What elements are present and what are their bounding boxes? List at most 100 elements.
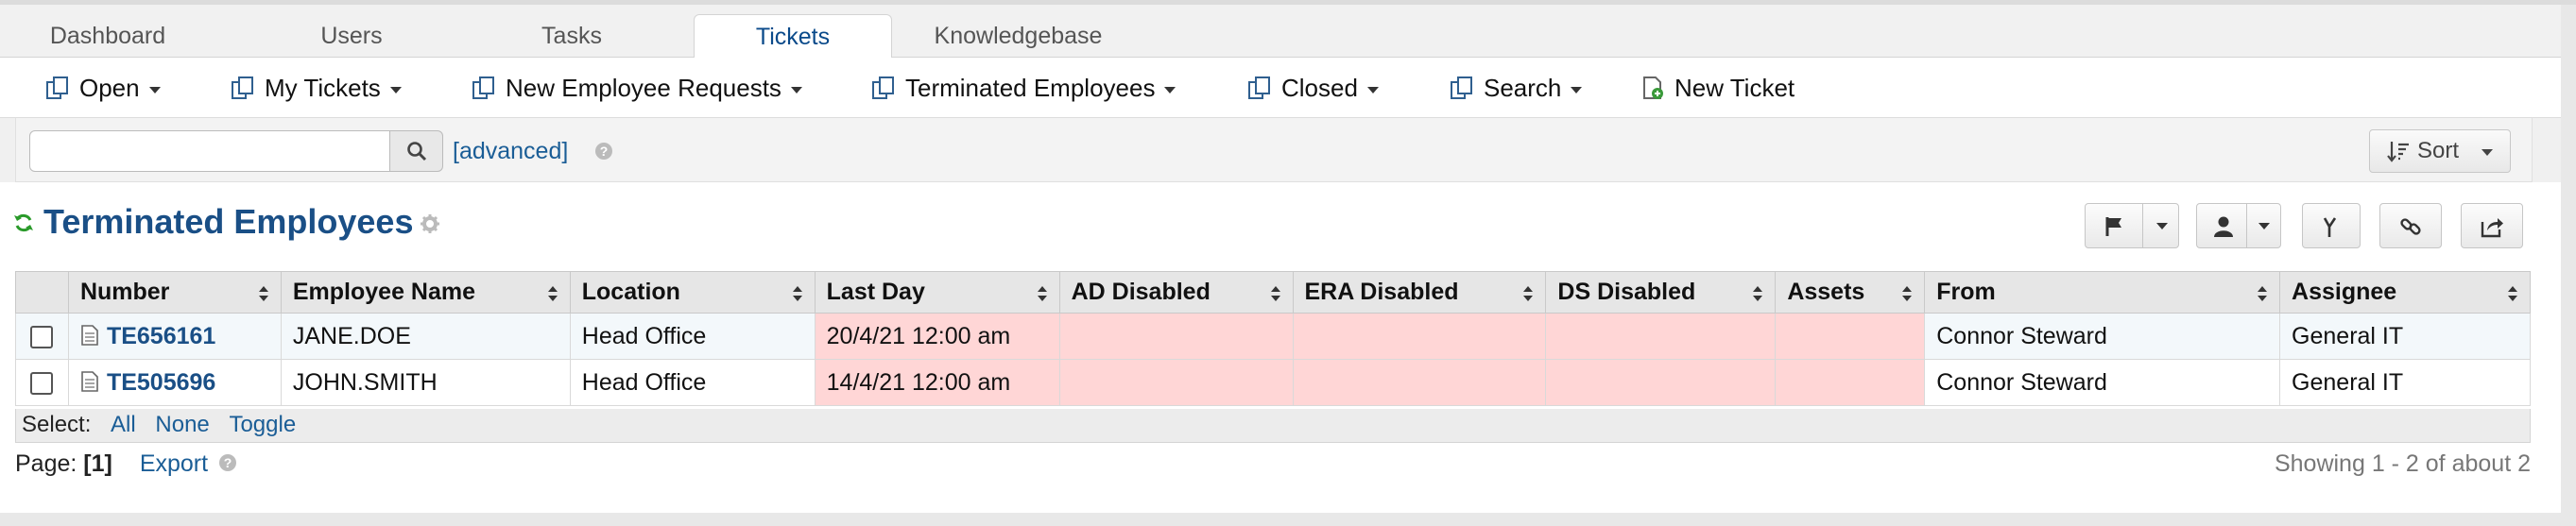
split-divider: [2142, 204, 2143, 247]
header-from[interactable]: From: [1924, 271, 2281, 314]
user-icon: [2214, 216, 2233, 237]
assign-dropdown-button[interactable]: [2196, 203, 2281, 248]
header-last-day[interactable]: Last Day: [814, 271, 1060, 314]
row-checkbox[interactable]: [30, 371, 54, 395]
assignee-cell: General IT: [2279, 313, 2531, 360]
share-button[interactable]: [2461, 203, 2523, 248]
select-all-link[interactable]: All: [111, 412, 136, 437]
help-icon[interactable]: ?: [218, 453, 237, 472]
header-label: Last Day: [826, 279, 925, 305]
tab-users[interactable]: Users: [266, 14, 437, 58]
subnav-closed-label: Closed: [1281, 74, 1358, 102]
header-label: Employee Name: [292, 279, 476, 305]
copy-icon: [1451, 76, 1472, 100]
chevron-down-icon: [1366, 86, 1379, 93]
header-ds-disabled[interactable]: DS Disabled: [1545, 271, 1777, 314]
header-label: DS Disabled: [1557, 279, 1696, 305]
header-era-disabled[interactable]: ERA Disabled: [1292, 271, 1547, 314]
from-cell: Connor Steward: [1924, 359, 2281, 406]
header-assets[interactable]: Assets: [1775, 271, 1926, 314]
content-area: Terminated Employees Number Employee Nam…: [0, 182, 2561, 513]
export-link[interactable]: Export: [140, 450, 208, 477]
subnav-search[interactable]: Search: [1450, 58, 1583, 118]
ticket-number-link[interactable]: TE656161: [107, 323, 215, 349]
header-employee-name[interactable]: Employee Name: [280, 271, 571, 314]
sort-button[interactable]: Sort: [2369, 129, 2511, 173]
tab-dashboard[interactable]: Dashboard: [23, 14, 193, 58]
table-row[interactable]: TE656161 JANE.DOE Head Office 20/4/21 12…: [15, 313, 2531, 360]
select-toggle-link[interactable]: Toggle: [229, 412, 296, 437]
chevron-down-icon: [790, 86, 802, 93]
search-input[interactable]: [29, 130, 390, 172]
app-window: Dashboard Users Tasks Tickets Knowledgeb…: [0, 0, 2576, 526]
page-label: Page:: [15, 450, 77, 477]
subnav-terminated-employees-label: Terminated Employees: [905, 74, 1156, 102]
era-disabled-cell: [1292, 359, 1547, 406]
subnav-open-label: Open: [79, 74, 140, 102]
header-assignee[interactable]: Assignee: [2279, 271, 2531, 314]
chevron-down-icon: [1571, 86, 1583, 93]
ad-disabled-cell: [1058, 313, 1294, 360]
chevron-down-icon: [1164, 86, 1176, 93]
ds-disabled-cell: [1545, 313, 1777, 360]
window-right-edge: [2561, 5, 2576, 513]
ticket-document-icon: [81, 371, 98, 392]
sort-arrows-icon: [1270, 286, 1280, 301]
table-header-row: Number Employee Name Location Last Day A…: [15, 271, 2531, 314]
search-button[interactable]: [390, 130, 443, 172]
subnav-new-ticket-label: New Ticket: [1674, 74, 1795, 102]
advanced-search-link[interactable]: [advanced]: [453, 130, 568, 172]
subnav-my-tickets[interactable]: My Tickets: [231, 58, 402, 118]
row-checkbox[interactable]: [30, 325, 54, 348]
header-ad-disabled[interactable]: AD Disabled: [1058, 271, 1294, 314]
subnav-open[interactable]: Open: [45, 58, 161, 118]
header-label: Number: [79, 279, 170, 305]
merge-icon: [2323, 217, 2337, 237]
chevron-down-icon: [389, 86, 402, 93]
subnav-new-ticket[interactable]: New Ticket: [1640, 58, 1795, 118]
copy-icon: [46, 76, 68, 100]
last-day-cell: 14/4/21 12:00 am: [814, 359, 1060, 406]
chevron-down-icon: [2258, 223, 2270, 229]
header-number[interactable]: Number: [67, 271, 282, 314]
subnav-new-employee-requests[interactable]: New Employee Requests: [472, 58, 802, 118]
ds-disabled-cell: [1545, 359, 1777, 406]
subnav-terminated-employees[interactable]: Terminated Employees: [871, 58, 1176, 118]
location-cell: Head Office: [569, 313, 816, 360]
sort-arrows-icon: [2258, 286, 2268, 301]
copy-icon: [872, 76, 894, 100]
merge-button[interactable]: [2302, 203, 2361, 248]
tab-tasks[interactable]: Tasks: [487, 14, 657, 58]
table-row[interactable]: TE505696 JOHN.SMITH Head Office 14/4/21 …: [15, 359, 2531, 406]
subnav-closed[interactable]: Closed: [1247, 58, 1379, 118]
sort-icon: [2387, 142, 2409, 162]
gear-icon[interactable]: [420, 213, 440, 234]
current-page[interactable]: [1]: [83, 450, 112, 477]
chevron-down-icon: [2482, 149, 2493, 156]
number-cell: TE505696: [67, 359, 282, 406]
sort-arrows-icon: [2508, 286, 2517, 301]
tab-tickets[interactable]: Tickets: [694, 14, 892, 59]
help-icon[interactable]: ?: [594, 142, 613, 161]
flag-icon: [2105, 217, 2121, 236]
refresh-icon[interactable]: [13, 212, 34, 233]
link-button[interactable]: [2379, 203, 2442, 248]
tab-knowledgebase[interactable]: Knowledgebase: [917, 14, 1120, 58]
page-title: Terminated Employees: [43, 202, 414, 241]
sort-arrows-icon: [1523, 286, 1534, 301]
last-day-cell: 20/4/21 12:00 am: [814, 313, 1060, 360]
header-location[interactable]: Location: [569, 271, 816, 314]
select-bar: Select: All None Toggle: [15, 409, 2531, 443]
link-icon: [2400, 218, 2421, 235]
copy-icon: [1248, 76, 1270, 100]
header-label: Assets: [1787, 279, 1865, 305]
header-label: Location: [581, 279, 680, 305]
ticket-table: Number Employee Name Location Last Day A…: [15, 271, 2531, 406]
share-icon: [2481, 218, 2503, 238]
subnav-new-employee-requests-label: New Employee Requests: [506, 74, 781, 102]
ticket-number-link[interactable]: TE505696: [107, 369, 215, 396]
select-none-link[interactable]: None: [155, 412, 209, 437]
ad-disabled-cell: [1058, 359, 1294, 406]
svg-text:?: ?: [224, 455, 232, 470]
flag-dropdown-button[interactable]: [2085, 203, 2179, 248]
